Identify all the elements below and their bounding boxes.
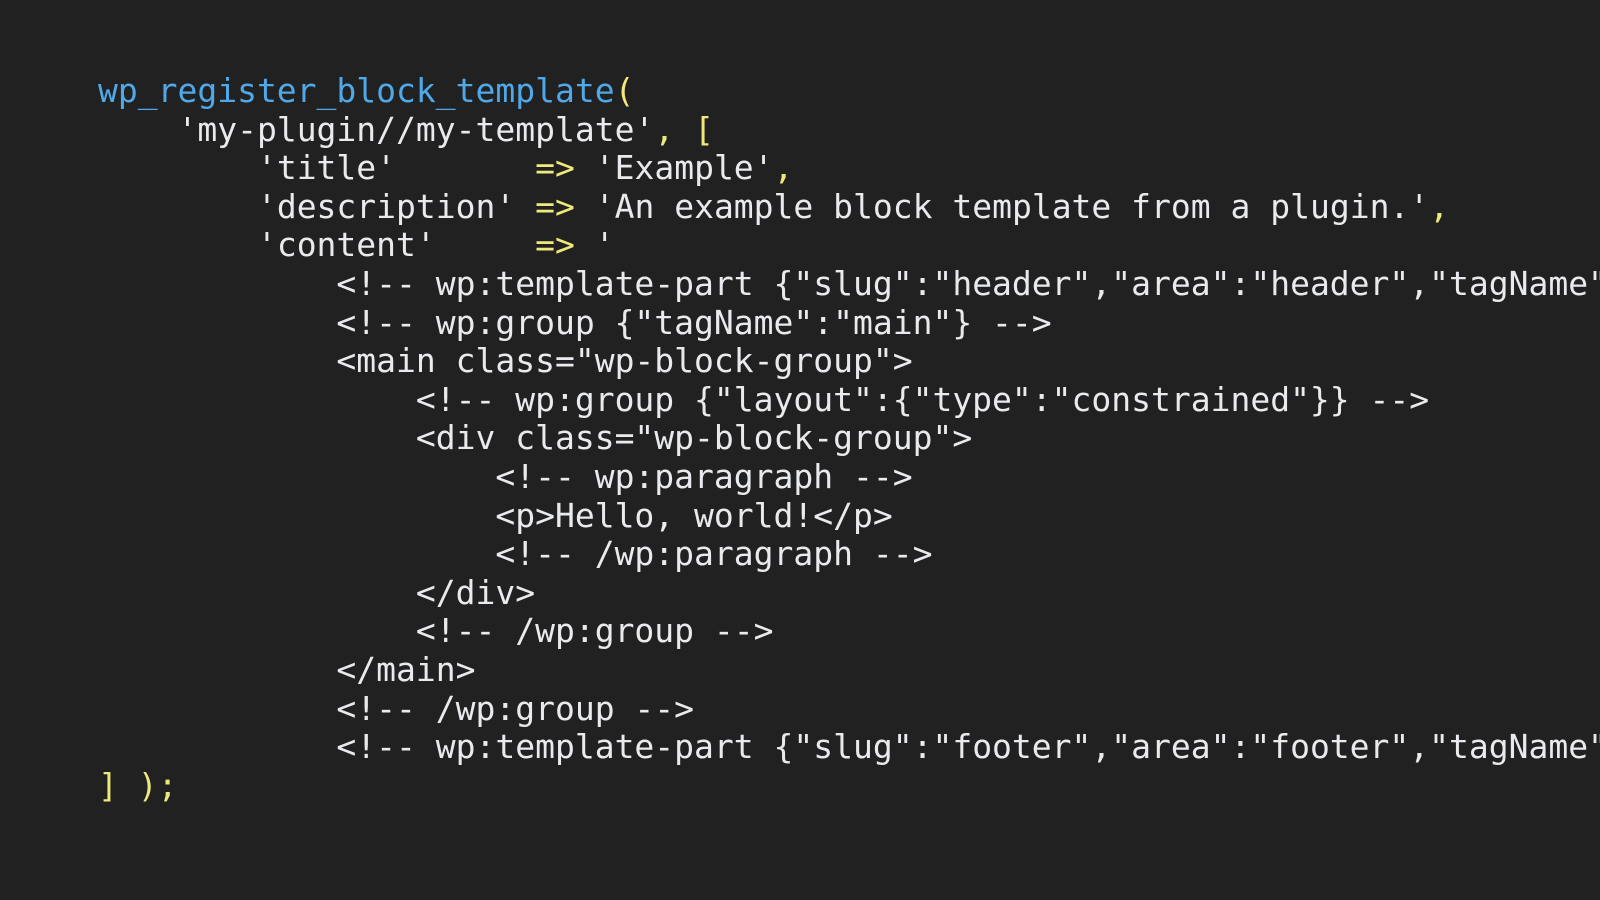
code-line: <!-- wp:template-part {"slug":"footer","… [98, 727, 1600, 767]
code-token: 'An example block template from a plugin… [594, 186, 1430, 226]
code-token: <p>Hello, world!</p> [495, 495, 893, 535]
code-line: </main> [98, 649, 1600, 690]
code-line: 'content' => ' [98, 226, 1600, 265]
code-token: => [535, 186, 575, 226]
code-token: </main> [336, 649, 476, 689]
code-token: 'title' [256, 148, 397, 188]
code-token: 'Example' [594, 148, 774, 188]
code-token: ) [137, 765, 158, 805]
code-token: <div class="wp-block-group"> [415, 418, 973, 458]
code-token: [ [694, 109, 714, 149]
code-line: <p>Hello, world!</p> [98, 495, 1600, 536]
code-line: 'my-plugin//my-template', [ [98, 109, 1600, 150]
code-line: <!-- /wp:group --> [98, 612, 1600, 651]
code-token: <!-- /wp:group --> [336, 688, 695, 728]
code-token: , [654, 109, 675, 149]
code-token: <!-- /wp:group --> [415, 611, 774, 651]
code-token: <!-- wp:group {"tagName":"main"} --> [336, 302, 1052, 342]
code-line: ] ); [98, 765, 1600, 806]
code-token: ] [98, 765, 118, 805]
code-token: ' [594, 225, 615, 265]
code-token: <!-- wp:template-part {"slug":"footer","… [336, 727, 1600, 767]
code-token: 'content' [256, 225, 436, 265]
code-token: <!-- /wp:paragraph --> [495, 534, 933, 574]
code-line: <!-- wp:group {"tagName":"main"} --> [98, 302, 1600, 343]
code-line: <div class="wp-block-group"> [98, 419, 1600, 458]
code-line: <!-- wp:group {"layout":{"type":"constra… [98, 379, 1600, 420]
code-token: ( [614, 71, 635, 110]
code-line: <!-- wp:template-part {"slug":"header","… [98, 263, 1600, 304]
code-line: <!-- wp:paragraph --> [98, 456, 1600, 497]
code-token: , [773, 148, 794, 188]
code-token: wp_register_block_template [98, 71, 615, 110]
code-line: <!-- /wp:group --> [98, 688, 1600, 729]
code-token: ; [157, 765, 178, 805]
code-token: <!-- wp:paragraph --> [495, 456, 913, 496]
code-line: 'title' => 'Example', [98, 148, 1600, 188]
code-line: wp_register_block_template( [98, 71, 1600, 111]
code-line: <!-- /wp:paragraph --> [98, 534, 1600, 574]
code-token: => [535, 225, 575, 265]
code-line: <main class="wp-block-group"> [98, 341, 1600, 381]
code-token: <main class="wp-block-group"> [336, 341, 913, 381]
code-token: 'my-plugin//my-template' [177, 109, 655, 149]
code-token: 'description' [256, 186, 516, 226]
code-token: , [1429, 186, 1450, 226]
code-token: <!-- wp:template-part {"slug":"header","… [336, 263, 1600, 303]
code-token: => [535, 148, 575, 188]
code-line: 'description' => 'An example block templ… [98, 186, 1600, 227]
code-token: <!-- wp:group {"layout":{"type":"constra… [415, 379, 1430, 419]
code-viewport: wp_register_block_template( 'my-plugin//… [0, 0, 1600, 900]
code-block[interactable]: wp_register_block_template( 'my-plugin//… [98, 71, 1600, 806]
code-token: </div> [415, 572, 536, 612]
code-line: </div> [98, 572, 1600, 613]
